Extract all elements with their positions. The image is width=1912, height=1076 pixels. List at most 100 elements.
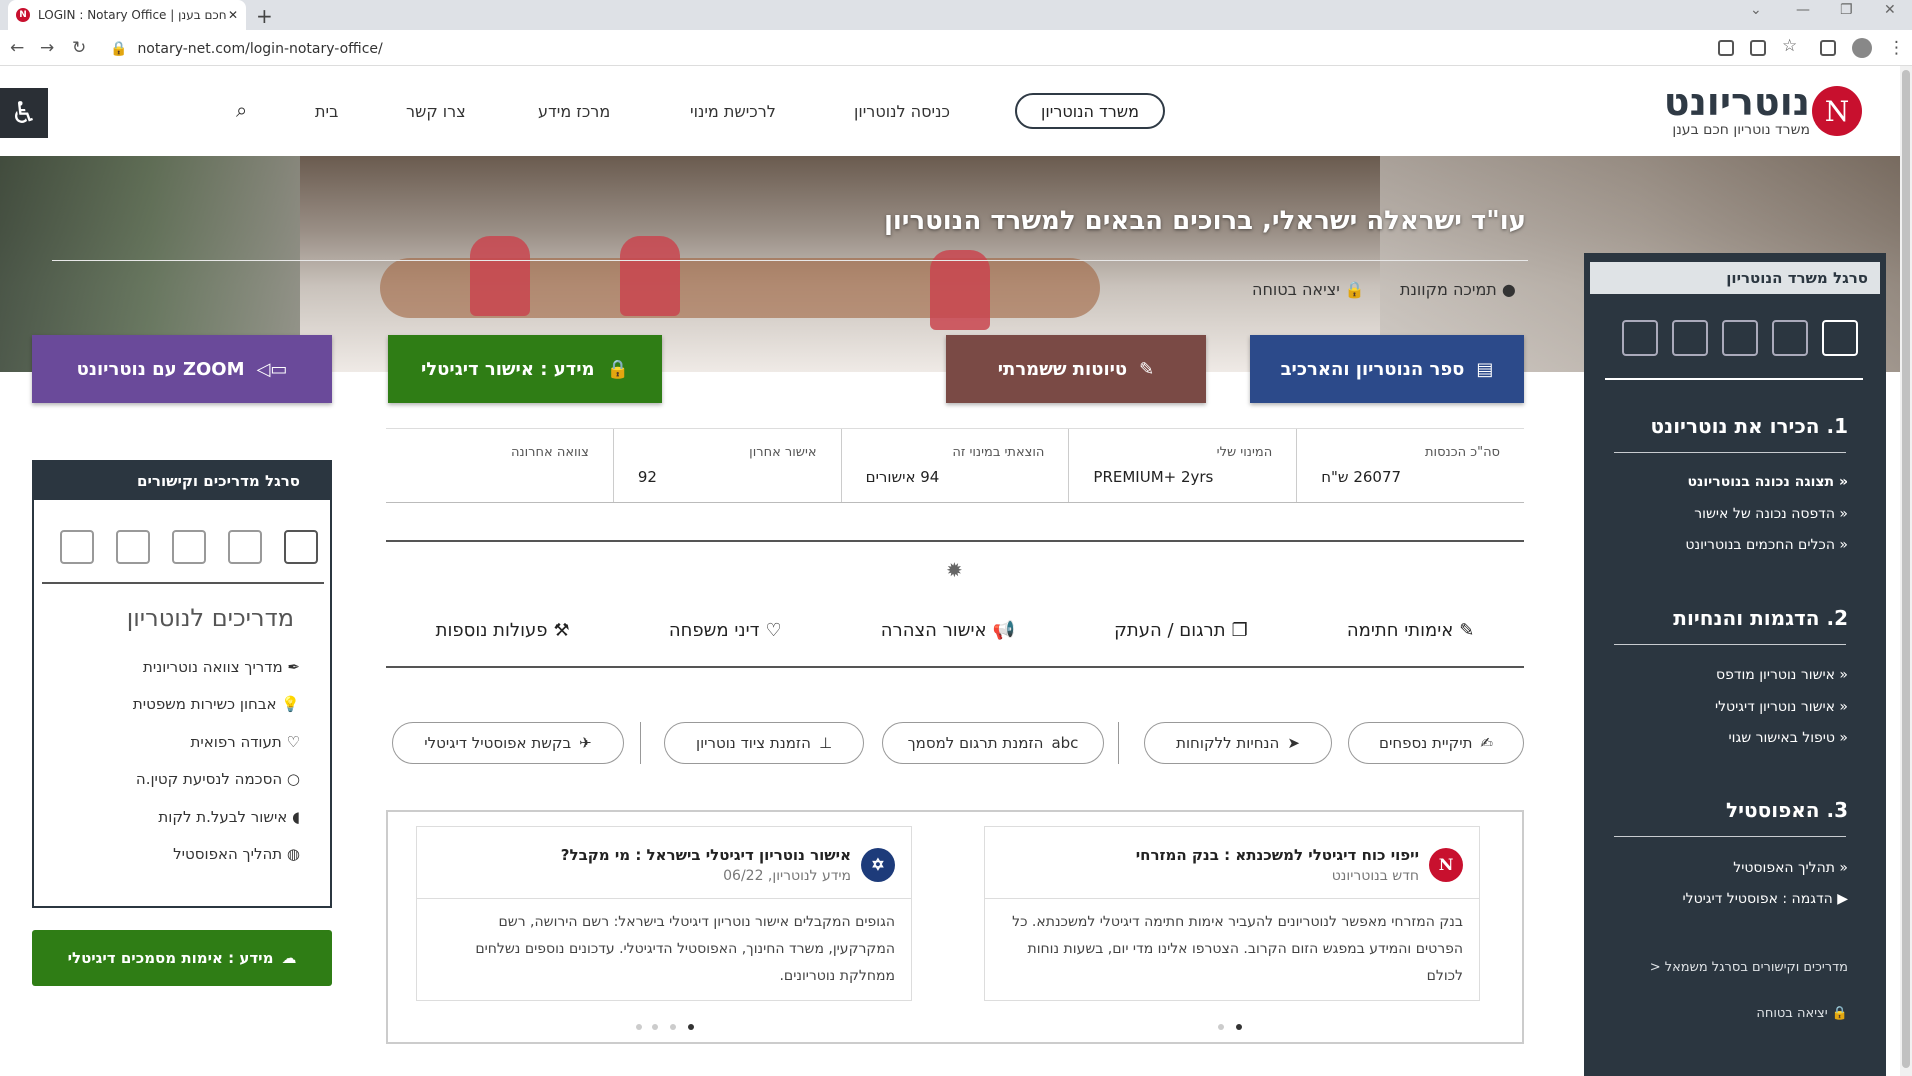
zoom-button[interactable]: ▭◁ ZOOM עם נוטריונט (32, 335, 332, 403)
plane-icon[interactable] (228, 530, 262, 564)
sidebar-link[interactable]: « טיפול באישור שגוי (1600, 730, 1849, 746)
guide-link[interactable]: 💡 אבחון כשירות משפטית (70, 695, 300, 713)
card-subtitle: מידע לנוטריון, 06/22 (723, 867, 851, 884)
profile-icon[interactable] (1852, 38, 1872, 58)
feather-icon[interactable] (116, 530, 150, 564)
gavel-icon[interactable] (60, 530, 94, 564)
tab-signature[interactable]: ✎ אימותי חתימה (1347, 620, 1474, 641)
chevron-down-icon[interactable]: ⌄ (1750, 2, 1762, 18)
card-body: בנק המזרחי מאפשר לנוטריונים להעביר אימות… (1012, 914, 1463, 984)
sidepanel-icon[interactable] (1820, 40, 1836, 56)
notary-book-button[interactable]: ▤ ספר הנוטריון והארכיב (1250, 335, 1524, 403)
section-divider (1614, 644, 1846, 645)
guide-link[interactable]: ✒ מדריך צוואה נוטריונית (70, 658, 300, 676)
home-icon[interactable] (1822, 320, 1858, 356)
carousel-dot[interactable] (652, 1024, 658, 1030)
drafts-button[interactable]: ✎ טיוטות ששמרתי (946, 335, 1206, 403)
megaphone-icon: 📢 (992, 619, 1015, 641)
translate-icon[interactable] (1718, 40, 1734, 56)
guides-link[interactable]: מדריכים וקישורים בסרגל משמאל < (1600, 960, 1848, 975)
sidebar-link[interactable]: ▶ הדגמה : אפוסטיל דיגיטלי (1600, 891, 1848, 907)
support-link[interactable]: ● תמיכה מקוונת (1400, 280, 1516, 299)
close-window-icon[interactable]: ✕ (1884, 2, 1896, 18)
sidebar-divider (1605, 378, 1863, 380)
office-sidebar-title: סרגל משרד הנוטריון (1590, 262, 1880, 294)
edit-icon[interactable] (1722, 320, 1758, 356)
welcome-title: עו"ד ישראלה ישראלי, ברוכים הבאים למשרד ה… (883, 206, 1526, 236)
nav-contact[interactable]: צרו קשר (406, 102, 466, 121)
new-tab-button[interactable]: + (256, 4, 273, 28)
tab-translation[interactable]: ❐ תרגום / העתק (1114, 620, 1248, 641)
scrollbar-thumb[interactable] (1902, 70, 1910, 1068)
restore-icon[interactable]: ❐ (1840, 2, 1853, 18)
carousel-dot[interactable] (670, 1024, 676, 1030)
sidebar-link[interactable]: « אישור נוטריון מודפס (1600, 667, 1848, 683)
notary-office-button[interactable]: משרד הנוטריון (1015, 93, 1165, 129)
video-icon: ▭◁ (256, 358, 288, 380)
stat-last-approval: אישור אחרון 92 (612, 429, 841, 502)
tab-family[interactable]: ♡ דיני משפחה (669, 620, 782, 641)
forward-icon[interactable]: → (40, 38, 54, 58)
hammer-icon: ⚒ (553, 619, 570, 641)
nav-subscribe[interactable]: לרכישת מינוי (690, 102, 776, 121)
share-icon[interactable] (1750, 40, 1766, 56)
guide-link[interactable]: ○ הסכמה לנסיעת קטין.ה (70, 770, 300, 788)
menu-icon[interactable]: ⋮ (1888, 38, 1905, 58)
tab-declaration[interactable]: 📢 אישור הצהרה (881, 620, 1015, 641)
guide-link[interactable]: ◖ אישור לבעל.ת לקות (70, 808, 300, 826)
carousel-dot[interactable] (1218, 1024, 1224, 1030)
video-icon[interactable] (1772, 320, 1808, 356)
star-icon[interactable]: ☆ (1782, 36, 1797, 56)
usb-icon[interactable] (1672, 320, 1708, 356)
accessibility-icon[interactable]: ♿ (0, 88, 48, 138)
guide-link[interactable]: ◍ תהליך האפוסטיל (70, 845, 300, 863)
news-card[interactable]: ✡ אישור נוטריון דיגיטלי בישראל : מי מקבל?… (416, 826, 912, 1001)
hero-divider (52, 260, 1528, 261)
nav-notary-login[interactable]: כניסה לנוטריון (854, 102, 950, 121)
sidebar-link[interactable]: « אישור נוטריון דיגיטלי (1600, 699, 1848, 715)
sidebar-link[interactable]: « הדפסה נכונה של אישור (1600, 506, 1848, 522)
doc-lock-icon: 🔒 (606, 358, 630, 380)
news-card[interactable]: N ייפוי כוח דיגיטלי למשכנתא : בנק המזרחי ח… (984, 826, 1480, 1001)
carousel-dot[interactable] (636, 1024, 642, 1030)
sidebar-logout-link[interactable]: 🔒 יציאה בטוחה (1600, 1006, 1848, 1021)
lock-icon: 🔒 (1339, 280, 1365, 299)
logo-text[interactable]: נוטריונט (1640, 80, 1810, 124)
client-instructions-button[interactable]: ➤ הנחיות ללקוחות (1144, 722, 1332, 764)
action-tabs: ✎ אימותי חתימה ❐ תרגום / העתק 📢 אישור הצהרה… (386, 594, 1524, 666)
carousel-dot[interactable] (1236, 1024, 1242, 1030)
browser-tab[interactable]: N LOGIN : Notary Office | נוטריון חכם בע… (8, 0, 246, 30)
digital-verification-button[interactable]: ☁ מידע : אימות מסמכים דיגיטלי (32, 930, 332, 986)
user-lock-icon[interactable] (1622, 320, 1658, 356)
back-icon[interactable]: ← (10, 38, 24, 58)
nav-info-center[interactable]: מרכז מידע (538, 102, 610, 121)
translate-icon: abc (1051, 734, 1079, 752)
graduation-icon[interactable] (172, 530, 206, 564)
close-tab-icon[interactable]: ✕ (228, 8, 238, 22)
apostille-request-button[interactable]: ✈ בקשת אפוסטיל דיגיטלי (392, 722, 624, 764)
logout-link[interactable]: 🔒 יציאה בטוחה (1252, 280, 1365, 299)
chat-icon: ● (1496, 280, 1516, 299)
address-bar[interactable]: 🔒 notary-net.com/login-notary-office/ (110, 36, 1710, 62)
digital-approval-info-button[interactable]: 🔒 מידע : אישור דיגיטלי (388, 335, 662, 403)
heart-icon: ♡ (765, 619, 782, 641)
attachments-folder-button[interactable]: ✍ תיקיית נספחים (1348, 722, 1524, 764)
heartbeat-icon: ♡ (281, 733, 300, 751)
guide-link[interactable]: ♡ תעודה רפואית (70, 733, 300, 751)
sidebar-link[interactable]: « הכלים החכמים בנוטריונט (1600, 537, 1848, 553)
sidebar-link[interactable]: « תצוגה נכונה בנוטריונט (1600, 474, 1849, 490)
reload-icon[interactable]: ↻ (72, 38, 86, 58)
map-icon[interactable] (284, 530, 318, 564)
order-translation-button[interactable]: abc הזמנת תרגום למסמך (882, 722, 1104, 764)
minimize-icon[interactable]: — (1796, 2, 1810, 18)
bulb-icon: 💡 (276, 695, 300, 713)
search-icon[interactable]: ⌕ (236, 98, 247, 122)
guides-sidebar (32, 460, 332, 908)
nav-home[interactable]: בית (315, 102, 338, 121)
tab-more[interactable]: ⚒ פעולות נוספות (436, 620, 570, 641)
carousel-dot[interactable] (688, 1024, 694, 1030)
sidebar-link[interactable]: « תהליך האפוסטיל (1600, 860, 1848, 876)
card-subtitle: חדש בנוטריונט (1331, 867, 1419, 884)
order-equipment-button[interactable]: ⊥ הזמנת ציוד נוטריון (664, 722, 864, 764)
card-title: ייפוי כוח דיגיטלי למשכנתא : בנק המזרחי (1135, 845, 1419, 864)
